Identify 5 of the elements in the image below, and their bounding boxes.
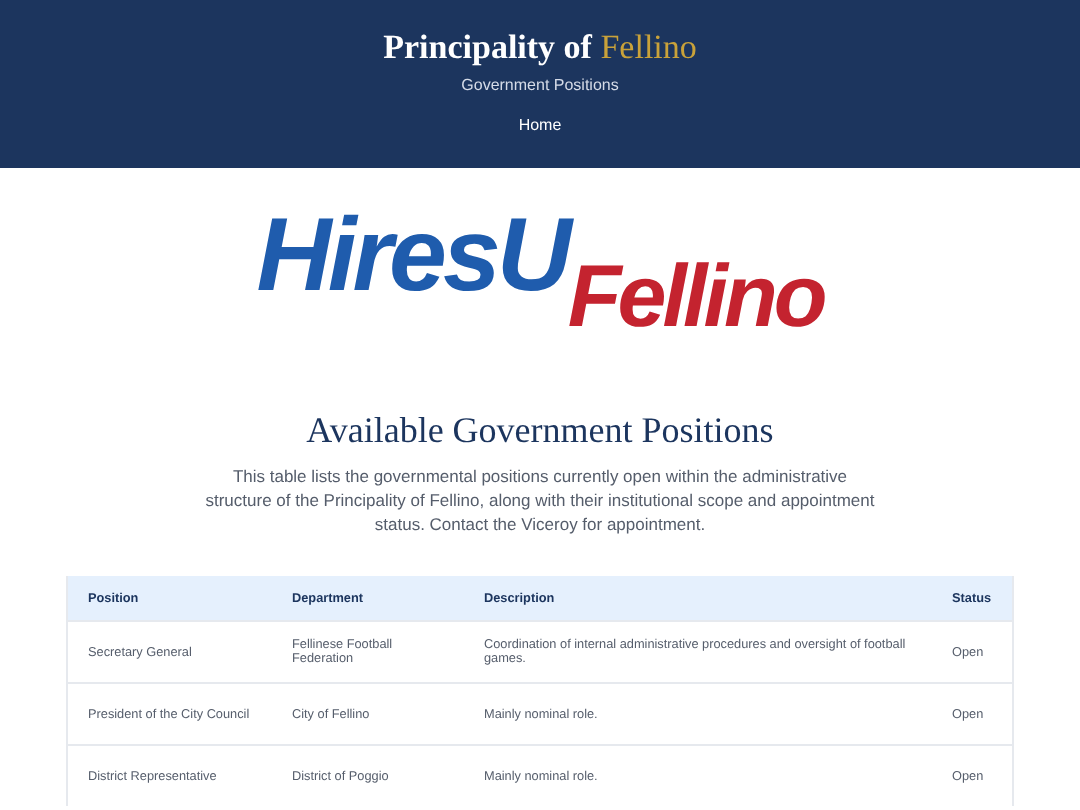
nav-link[interactable]: Home — [518, 116, 562, 134]
section-heading: Available Government Positions — [304, 408, 776, 452]
intro-paragraph: This table lists the governmental positions currently open within the administrative structure of the Principality of Fellino, along with their institutional scope and appointment status. Contact the Viceroy for appointment. — [203, 464, 877, 536]
site-title: Principality of Fellino — [381, 28, 699, 68]
site-subtitle: Government Positions — [459, 76, 621, 94]
